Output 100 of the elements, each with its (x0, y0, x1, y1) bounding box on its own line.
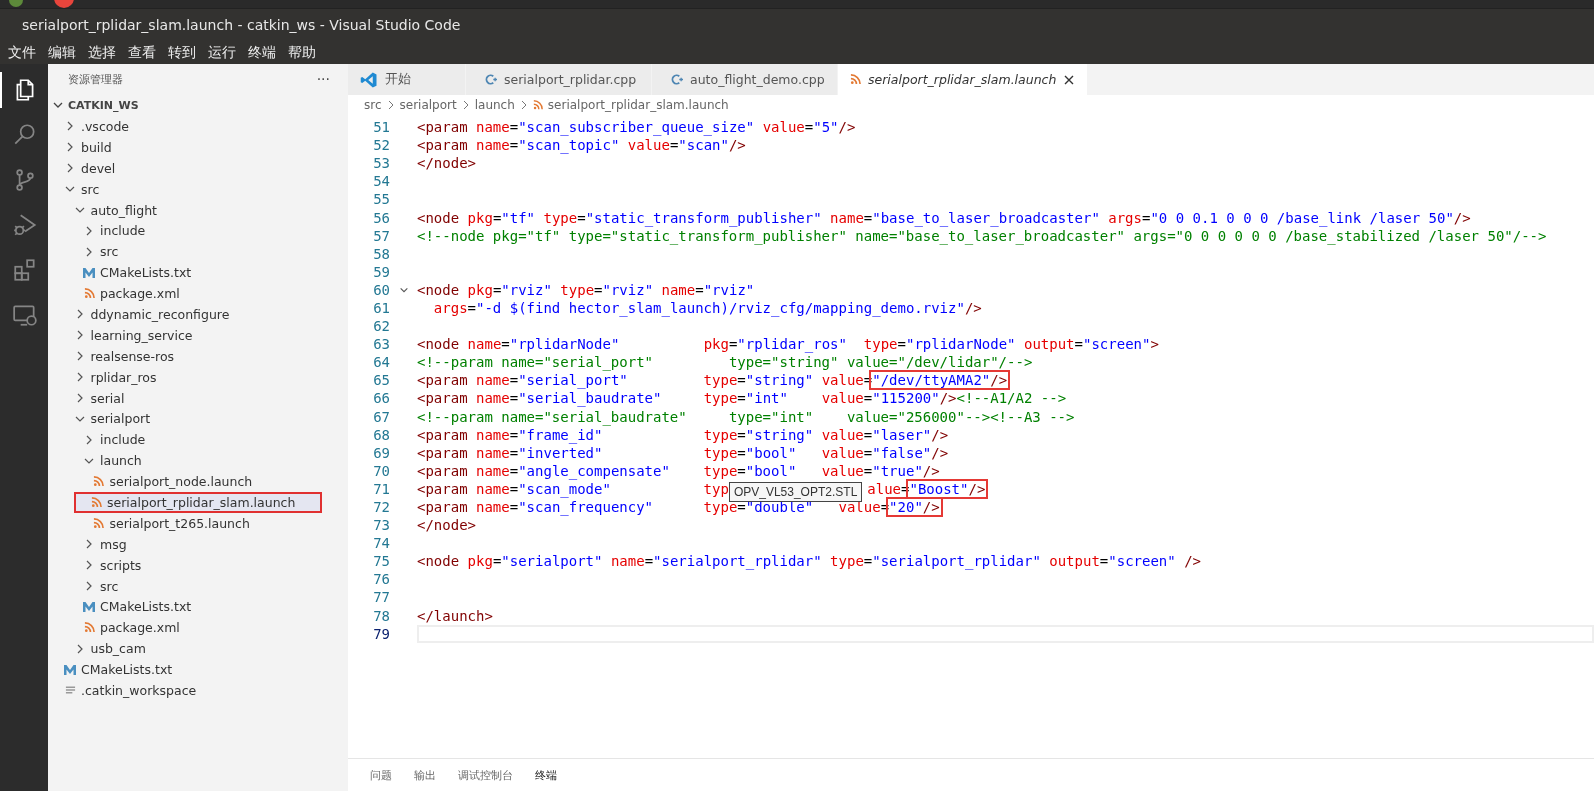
code-text: type="rplidarNode" output="screen"> (862, 335, 1160, 355)
tree-item[interactable]: package.xml (48, 283, 348, 304)
chevron-icon (519, 100, 528, 110)
tree-item[interactable]: serialport_node.launch (48, 471, 348, 493)
tree-item[interactable]: serial (48, 387, 348, 409)
panel-tab[interactable]: 调试控制台 (458, 767, 513, 783)
run-debug-icon[interactable] (12, 212, 38, 238)
lines-icon (64, 685, 76, 696)
code-text: <param name="angle_compensate" (416, 461, 671, 481)
line-number: 73 (372, 517, 390, 534)
code-text: value="115200"/> (820, 389, 958, 409)
line-number: 74 (372, 535, 390, 552)
menu-item[interactable]: 文件 (2, 43, 42, 62)
tree-item[interactable]: serialport_rplidar_slam.launch (74, 492, 322, 513)
code-text: <node pkg="rviz" type="rviz" name="rviz" (416, 280, 756, 300)
tree-item[interactable]: serialport (48, 408, 348, 430)
code-text: type="double" (702, 499, 815, 517)
tree-item[interactable]: CMakeLists.txt (48, 262, 348, 284)
tree-item[interactable]: build (48, 136, 348, 158)
code-text: <node pkg="serialport" name="serialport_rplidar" type="serialport_rplidar" output="screen" /> (416, 552, 1202, 572)
menu-item[interactable]: 终端 (242, 43, 282, 62)
breadcrumb-item[interactable]: launch (474, 98, 515, 112)
tree-item[interactable]: launch (48, 450, 348, 472)
tree-item[interactable]: msg (48, 533, 348, 555)
line-number: 78 (372, 607, 390, 624)
c-plus-icon (670, 73, 683, 86)
chevron-icon (461, 100, 470, 110)
line-number: 58 (372, 245, 390, 262)
breadcrumb-item[interactable]: serialport_rplidar_slam.launch (547, 98, 729, 112)
tree-item[interactable]: include (48, 220, 348, 242)
tree-item[interactable]: serialport_t265.launch (48, 512, 348, 534)
menu-item[interactable]: 帮助 (282, 43, 322, 62)
code-text: </node> (416, 516, 477, 536)
tree-item[interactable]: devel (48, 157, 348, 179)
line-number: 72 (372, 499, 390, 515)
line-number: 61 (372, 300, 390, 316)
tree-item[interactable]: CMakeLists.txt (48, 659, 348, 681)
editor-tab[interactable]: auto_flight_demo.cpp (652, 64, 838, 95)
code-text: <param name="serial_port" (416, 371, 629, 391)
tree-item[interactable]: CMakeLists.txt (48, 596, 348, 618)
code-text: value="false"/> (820, 443, 950, 463)
editor-tab[interactable]: serialport_rplidar_slam.launch (838, 64, 1089, 95)
breadcrumb-item[interactable]: src (364, 98, 382, 112)
tree-item[interactable]: .vscode (48, 116, 348, 137)
tree-item[interactable]: include (48, 429, 348, 451)
editor-tab[interactable]: serialport_rplidar.cpp (466, 64, 652, 95)
tree-item[interactable]: package.xml (48, 617, 348, 639)
panel-tab[interactable]: 输出 (414, 767, 436, 783)
code-text: pkg="rplidar_ros" (702, 335, 848, 355)
line-number: 68 (372, 426, 390, 443)
menu-item[interactable]: 查看 (122, 43, 162, 62)
tree-item[interactable]: learning_service (48, 324, 348, 346)
tree-item[interactable]: src (48, 575, 348, 597)
rss-icon (93, 476, 104, 488)
line-number: 79 (372, 625, 390, 642)
app-icon (54, 0, 74, 8)
tree-item[interactable]: src (48, 178, 348, 200)
tooltip: OPV_VL53_OPT2.STL (728, 481, 863, 502)
line-number: 51 (372, 119, 390, 136)
code-text: <param name="frame_id" (416, 426, 604, 445)
tree-item[interactable]: rplidar_ros (48, 366, 348, 388)
close-icon[interactable] (1063, 73, 1076, 86)
tree-item[interactable]: usb_cam (48, 638, 348, 660)
tree-item[interactable]: auto_flight (48, 199, 348, 221)
rss-icon (532, 100, 543, 110)
rss-icon (850, 74, 861, 85)
line-number: 54 (372, 173, 390, 190)
panel-tab[interactable]: 问题 (370, 767, 392, 783)
tree-item[interactable]: src (48, 241, 348, 263)
tree-item[interactable]: realsense-ros (48, 345, 348, 367)
line-number: 66 (372, 390, 390, 407)
panel-tab[interactable]: 终端 (535, 767, 557, 783)
code-text: <param name="scan_mode" (416, 480, 612, 499)
menu-item[interactable]: 转到 (162, 43, 202, 62)
tree-item[interactable]: ddynamic_reconfigure (48, 304, 348, 325)
line-number: 71 (372, 480, 390, 497)
line-number: 64 (372, 354, 390, 371)
code-text: args="-d $(find hector_slam_launch)/rviz_cfg/mapping_demo.rviz"/> (432, 299, 983, 318)
editor-tab[interactable]: 开始 (348, 64, 466, 95)
code-text: <param name="scan_frequency" (416, 498, 655, 517)
menu-item[interactable]: 编辑 (42, 43, 82, 62)
tree-item[interactable]: scripts (48, 554, 348, 576)
code-text: <param name="serial_baudrate" (416, 389, 663, 409)
code-comment: value="256000"--><!--A3 --> (845, 407, 1076, 427)
m-letter-icon (82, 600, 96, 613)
tree-item[interactable]: .catkin_workspace (48, 680, 348, 701)
menu-item[interactable]: 选择 (82, 43, 122, 62)
code-text: typ (702, 479, 730, 499)
more-actions-button[interactable]: ··· (316, 71, 330, 87)
menu-item[interactable]: 运行 (202, 43, 242, 62)
m-letter-icon (82, 266, 96, 279)
extensions-icon[interactable] (12, 257, 38, 283)
workspace-header[interactable]: CATKIN_WS (48, 94, 348, 116)
line-number: 52 (372, 137, 390, 154)
app-icon (8, 0, 24, 8)
breadcrumb-item[interactable]: serialport (399, 98, 457, 112)
code-text: </launch> (416, 606, 494, 626)
remote-monitor-icon[interactable] (12, 302, 38, 328)
code-text: </node> (416, 154, 477, 174)
code-comment: type="string" value="/dev/lidar"/--> (727, 353, 1034, 373)
